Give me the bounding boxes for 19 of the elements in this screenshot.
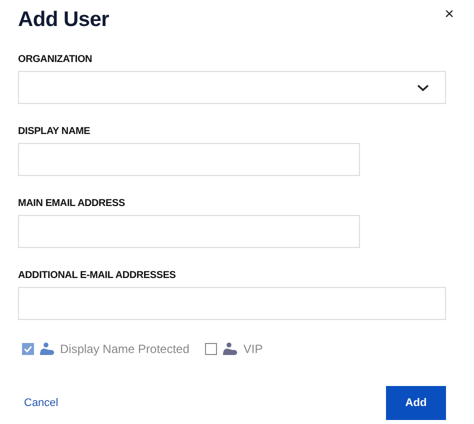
chevron-down-icon (417, 84, 429, 92)
dialog-title: Add User (18, 7, 109, 33)
checkbox[interactable] (205, 343, 218, 355)
person-icon (38, 342, 56, 356)
input-field[interactable] (18, 143, 360, 176)
field-label: DISPLAY NAME (18, 126, 92, 137)
cancel-link[interactable]: Cancel (18, 397, 58, 409)
close-button[interactable]: × (442, 6, 456, 24)
field-label: ADDITIONAL E-MAIL ADDRESSES (18, 270, 177, 281)
field-label: MAIN EMAIL ADDRESS (18, 198, 126, 209)
checkbox[interactable] (22, 343, 34, 355)
add-button[interactable]: Add (386, 386, 446, 420)
field-label: ORGANIZATION (18, 54, 94, 65)
person-icon (221, 342, 240, 356)
option-label: Display Name Protected (60, 342, 190, 356)
organization-dropdown[interactable] (18, 71, 446, 104)
option-label: VIP (243, 342, 263, 356)
input-field[interactable] (18, 287, 446, 320)
input-field[interactable] (18, 215, 360, 248)
